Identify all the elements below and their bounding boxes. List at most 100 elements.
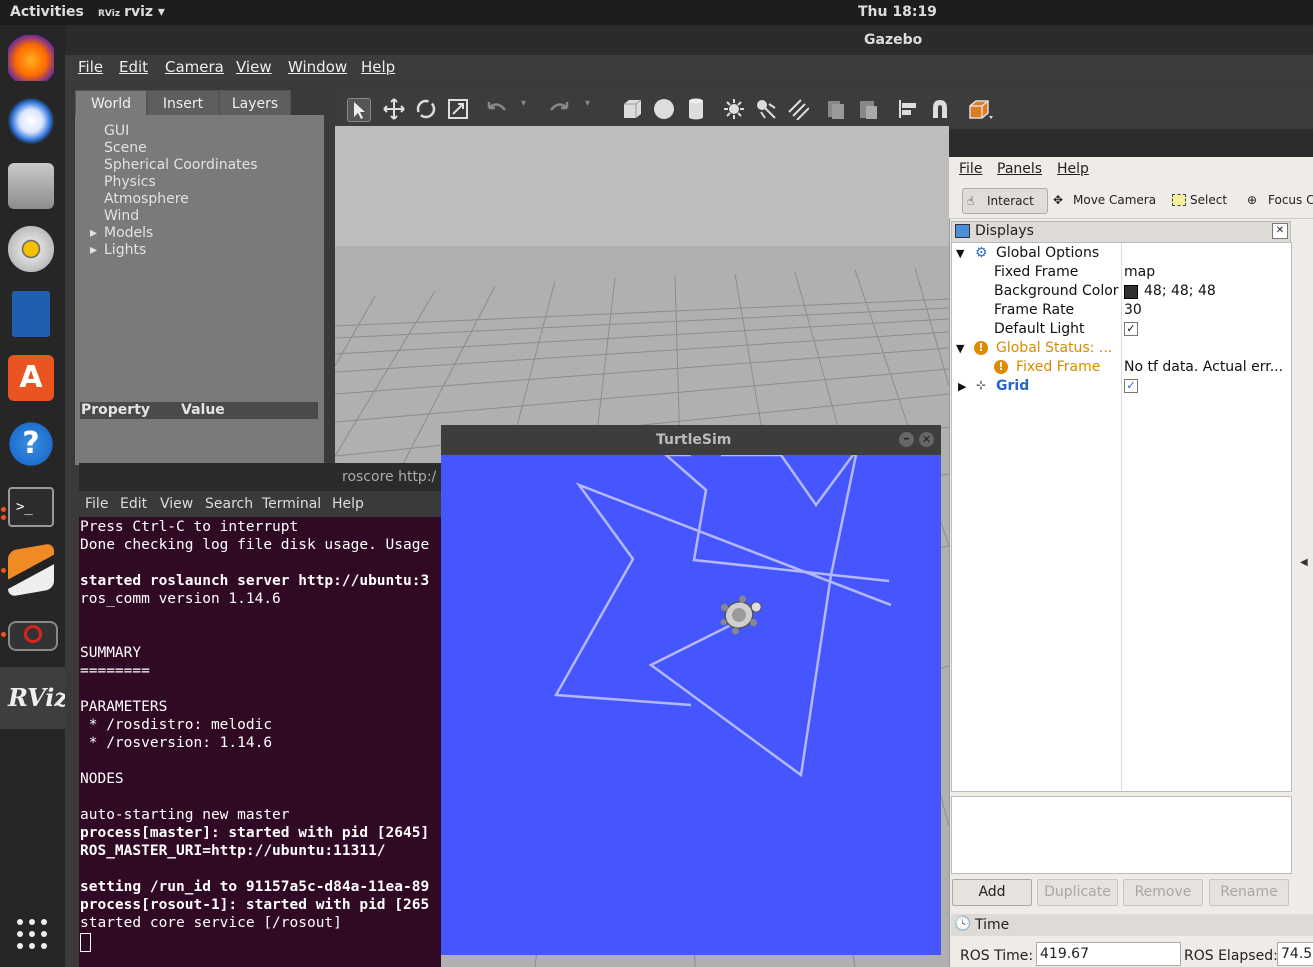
color-swatch[interactable]: [1124, 285, 1138, 299]
undo-icon[interactable]: [485, 98, 507, 120]
tab-layers[interactable]: Layers: [219, 90, 291, 118]
select-tool-button[interactable]: Select: [1170, 188, 1238, 212]
spot-light-icon[interactable]: [755, 98, 777, 120]
paste-icon[interactable]: [857, 98, 879, 120]
terminal-menu-help[interactable]: Help: [332, 496, 364, 512]
focus-camera-tool-button[interactable]: ⊕ Focus Ca: [1247, 188, 1313, 212]
libreoffice-writer-icon[interactable]: [12, 291, 50, 337]
expand-arrow-icon[interactable]: ▸: [90, 225, 97, 241]
expand-arrow-icon[interactable]: ▶: [958, 380, 966, 393]
terminal-menu-view[interactable]: View: [160, 496, 193, 512]
activities-button[interactable]: Activities: [10, 4, 84, 20]
sphere-shape-icon[interactable]: [653, 98, 675, 120]
tree-item-physics[interactable]: Physics: [104, 174, 156, 190]
cylinder-shape-icon[interactable]: [685, 98, 707, 120]
menu-window[interactable]: Window: [288, 58, 347, 76]
align-icon[interactable]: [897, 98, 919, 120]
ros-elapsed-field[interactable]: 74.5: [1277, 942, 1313, 966]
scale-mode-icon[interactable]: [447, 98, 469, 120]
rviz-menu-panels[interactable]: Panels: [997, 161, 1042, 177]
app-menu[interactable]: RViz rviz ▾: [98, 4, 165, 20]
tree-row-grid[interactable]: ▶ ⊹ Grid ✓: [952, 377, 1291, 396]
turtlesim-canvas[interactable]: [441, 453, 941, 955]
tree-item-wind[interactable]: Wind: [104, 208, 139, 224]
terminal-menu-file[interactable]: File: [85, 496, 108, 512]
add-display-button[interactable]: Add: [952, 879, 1032, 906]
directional-light-icon[interactable]: [787, 98, 810, 121]
undo-history-icon[interactable]: ▾: [521, 98, 533, 120]
help-icon[interactable]: ?: [8, 421, 54, 467]
tree-item-spherical-coordinates[interactable]: Spherical Coordinates: [104, 157, 258, 173]
move-camera-tool-button[interactable]: ✥ Move Camera: [1053, 188, 1163, 212]
tree-row-global-status[interactable]: ▼ ! Global Status: ...: [952, 339, 1291, 358]
expand-arrow-icon[interactable]: ▸: [90, 242, 97, 258]
tree-row-background-color[interactable]: Background Color 48; 48; 48: [952, 282, 1291, 301]
grid-checkbox[interactable]: ✓: [1124, 379, 1138, 393]
view-angle-icon[interactable]: [967, 98, 993, 120]
tree-item-lights[interactable]: Lights: [104, 242, 146, 258]
close-panel-icon[interactable]: ✕: [1272, 223, 1288, 239]
ros-elapsed-label: ROS Elapsed:: [1184, 948, 1278, 964]
close-icon[interactable]: ✕: [919, 432, 934, 447]
turtlesim-icon[interactable]: [8, 621, 58, 651]
firefox-icon[interactable]: [8, 35, 54, 81]
redo-history-icon[interactable]: ▾: [585, 98, 597, 120]
rename-display-button[interactable]: Rename: [1209, 879, 1289, 906]
menu-view[interactable]: View: [236, 58, 272, 76]
terminal-output[interactable]: Press Ctrl-C to interrupt Done checking l…: [79, 517, 441, 967]
tree-item-atmosphere[interactable]: Atmosphere: [104, 191, 189, 207]
menu-help[interactable]: Help: [361, 58, 395, 76]
terminal-menu-search[interactable]: Search: [205, 496, 253, 512]
rviz-menu-file[interactable]: File: [959, 161, 982, 177]
remove-display-button[interactable]: Remove: [1123, 879, 1203, 906]
time-panel-header: 🕓 Time: [951, 914, 1313, 936]
default-light-checkbox[interactable]: ✓: [1124, 322, 1138, 336]
copy-icon[interactable]: [825, 98, 847, 120]
tree-row-global-options[interactable]: ▼ ⚙ Global Options: [952, 244, 1291, 263]
rviz-menu-help[interactable]: Help: [1057, 161, 1089, 177]
tree-row-frame-rate[interactable]: Frame Rate 30: [952, 301, 1291, 320]
rotate-mode-icon[interactable]: [415, 98, 437, 120]
terminal-icon[interactable]: >_: [8, 487, 54, 527]
tree-item-scene[interactable]: Scene: [104, 140, 147, 156]
fixed-frame-value[interactable]: map: [1124, 264, 1155, 280]
rviz-icon[interactable]: RViz: [8, 675, 68, 721]
tree-item-gui[interactable]: GUI: [104, 123, 129, 139]
terminal-menu-edit[interactable]: Edit: [120, 496, 147, 512]
minimize-icon[interactable]: –: [899, 432, 914, 447]
frame-rate-value[interactable]: 30: [1124, 302, 1142, 318]
thunderbird-icon[interactable]: [8, 98, 54, 144]
terminal-menu-terminal[interactable]: Terminal: [262, 496, 321, 512]
tab-world[interactable]: World: [75, 90, 147, 118]
terminal-line: process[master]: started with pid [2645]: [80, 825, 430, 841]
gazebo-icon[interactable]: [8, 542, 54, 598]
tree-item-models[interactable]: Models: [104, 225, 153, 241]
tab-insert[interactable]: Insert: [147, 90, 219, 118]
running-indicator: [1, 515, 6, 520]
tree-row-default-light[interactable]: Default Light ✓: [952, 320, 1291, 339]
menu-edit[interactable]: Edit: [119, 58, 148, 76]
select-mode-icon[interactable]: [347, 98, 371, 122]
clock[interactable]: Thu 18:19: [858, 4, 937, 20]
software-center-icon[interactable]: A: [8, 355, 54, 401]
duplicate-display-button[interactable]: Duplicate: [1037, 879, 1118, 906]
rhythmbox-icon[interactable]: [8, 226, 54, 272]
collapse-side-panel-icon[interactable]: ◀: [1300, 557, 1308, 568]
snap-icon[interactable]: [929, 98, 951, 120]
show-applications-icon[interactable]: [15, 917, 49, 951]
tree-row-status-fixed-frame[interactable]: ! Fixed Frame No tf data. Actual err...: [952, 358, 1291, 377]
ros-time-field[interactable]: 419.67: [1036, 942, 1181, 966]
files-icon[interactable]: [8, 163, 54, 209]
menu-file[interactable]: File: [78, 58, 103, 76]
translate-mode-icon[interactable]: [383, 98, 405, 120]
box-shape-icon[interactable]: [621, 98, 643, 120]
menu-camera[interactable]: Camera: [165, 58, 224, 76]
tree-row-fixed-frame[interactable]: Fixed Frame map: [952, 263, 1291, 282]
collapse-arrow-icon[interactable]: ▼: [956, 247, 964, 260]
interact-tool-button[interactable]: ☝ Interact: [962, 188, 1048, 214]
collapse-arrow-icon[interactable]: ▼: [956, 342, 964, 355]
point-light-icon[interactable]: [723, 98, 745, 120]
terminal-line: Done checking log file disk usage. Usage: [80, 537, 430, 553]
background-color-value[interactable]: 48; 48; 48: [1144, 283, 1216, 299]
redo-icon[interactable]: [549, 98, 571, 120]
